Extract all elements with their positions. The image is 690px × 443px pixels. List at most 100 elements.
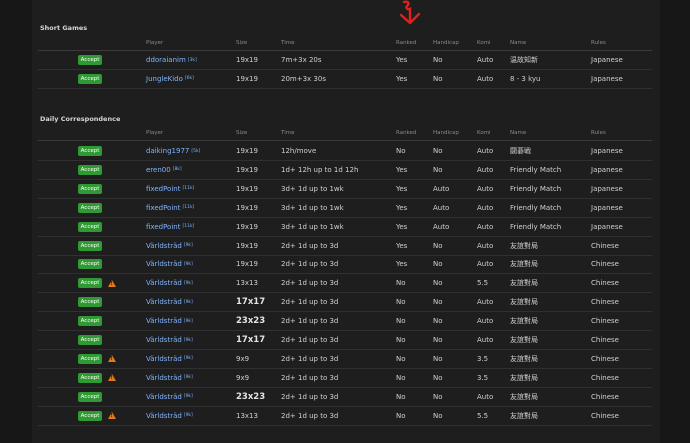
name-cell: 友誼對局 (510, 241, 538, 250)
komi-cell: 5.5 (477, 411, 489, 420)
handicap-cell: Auto (433, 222, 450, 231)
time-cell: 2d+ 1d up to 3d (281, 373, 339, 382)
table-row: Accept Världsträd [9k] 23x23 2d+ 1d up to 3d… (38, 312, 652, 332)
accept-button[interactable]: Accept (78, 335, 102, 345)
player-name-link[interactable]: fixedPoint (146, 185, 180, 193)
player-name-link[interactable]: Världsträd (146, 393, 182, 401)
player-rank: [9k] (183, 243, 193, 248)
accept-cell: Accept (78, 388, 102, 406)
name-cell: 友誼對局 (510, 373, 538, 382)
rules-cell: Chinese (591, 260, 619, 269)
name-cell: Friendly Match (510, 165, 562, 174)
accept-button[interactable]: Accept (78, 278, 102, 289)
accept-button[interactable]: Accept (78, 353, 102, 364)
accept-button[interactable]: Accept (78, 73, 102, 84)
ranked-cell: Yes (396, 74, 408, 83)
player-cell: Världsträd [9k] (146, 237, 193, 255)
player-name-link[interactable]: ddoraianim (146, 56, 186, 64)
ranked-cell: No (396, 279, 406, 288)
time-cell: 12h/move (281, 147, 317, 155)
rules-cell: Japanese (591, 184, 623, 193)
player-name-link[interactable]: Världsträd (146, 279, 182, 287)
table-row: Accept fixedPoint [11k] 19x19 3d+ 1d up to 1… (38, 199, 652, 218)
handicap-cell: No (433, 373, 443, 382)
player-name-link[interactable]: Världsträd (146, 317, 182, 325)
accept-button[interactable]: Accept (78, 297, 102, 308)
player-rank: [9k] (183, 261, 193, 267)
player-cell: Världsträd [9k] (146, 369, 193, 387)
player-name-link[interactable]: fixedPoint (146, 223, 180, 231)
table-row: Accept Världsträd [9k] 19x19 2d+ 1d up to 3d… (38, 255, 652, 275)
time-cell: 2d+ 1d up to 3d (281, 298, 339, 307)
komi-cell: Auto (477, 336, 494, 344)
rules-cell: Chinese (591, 354, 619, 363)
player-cell: fixedPoint [11k] (146, 218, 194, 236)
player-name-link[interactable]: Världsträd (146, 336, 182, 344)
player-rank: [11k] (182, 186, 195, 192)
rules-cell: Japanese (591, 74, 623, 83)
player-cell: fixedPoint [11k] (146, 180, 194, 198)
accept-button[interactable]: Accept (78, 259, 102, 270)
column-header-size: Size (236, 130, 248, 136)
accept-button[interactable]: Accept (78, 410, 102, 421)
accept-cell: Accept (78, 255, 102, 273)
player-name-link[interactable]: Världsträd (146, 260, 182, 268)
accept-button[interactable]: Accept (78, 146, 102, 156)
rules-cell: Chinese (591, 241, 619, 250)
player-name-link[interactable]: Världsträd (146, 242, 182, 250)
time-cell: 1d+ 12h up to 1d 12h (281, 165, 359, 174)
komi-cell: Auto (477, 184, 494, 193)
size-cell: 9x9 (236, 373, 250, 382)
accept-button[interactable]: Accept (78, 202, 102, 213)
size-cell: 13x13 (236, 279, 258, 288)
player-name-link[interactable]: Världsträd (146, 298, 182, 306)
player-name-link[interactable]: Världsträd (146, 412, 182, 420)
player-name-link[interactable]: Världsträd (146, 374, 182, 382)
name-cell: 友誼對局 (510, 392, 538, 401)
accept-button[interactable]: Accept (78, 316, 102, 327)
table-row: Accept Världsträd [9k] 23x23 2d+ 1d up to 3d… (38, 388, 652, 407)
table-row: Accept Världsträd[9k] 9x9 2d+ 1d up to 3d No… (38, 350, 652, 369)
table-row: Accept JungleKido [6k] 19x19 20m+3x 30s Yes No… (38, 70, 652, 89)
time-cell: 3d+ 1d up to 1wk (281, 184, 344, 193)
handicap-cell: Auto (433, 184, 450, 193)
accept-button[interactable]: Accept (78, 221, 102, 232)
handicap-cell: No (433, 147, 443, 155)
table-row: Accept Världsträd [9k] 19x19 2d+ 1d up to 3d… (38, 237, 652, 256)
time-cell: 3d+ 1d up to 1wk (281, 203, 344, 212)
column-header-rules: Rules (591, 40, 606, 46)
ranked-cell: Yes (396, 184, 408, 193)
handicap-cell: Auto (433, 203, 450, 212)
size-cell: 13x13 (236, 411, 258, 420)
accept-button[interactable]: Accept (78, 391, 102, 402)
accept-button[interactable]: Accept (78, 55, 102, 65)
accept-button[interactable]: Accept (78, 164, 102, 175)
player-name-link[interactable]: eren00 (146, 166, 171, 174)
komi-cell: Auto (477, 298, 494, 307)
accept-cell: Accept (78, 312, 102, 330)
player-cell: Världsträd [9k] (146, 274, 193, 292)
ranked-cell: Yes (396, 222, 408, 231)
size-cell: 23x23 (236, 391, 266, 402)
accept-button[interactable]: Accept (78, 183, 102, 194)
accept-button[interactable]: Accept (78, 372, 102, 383)
player-name-link[interactable]: fixedPoint (146, 204, 180, 212)
player-name-link[interactable]: JungleKido (146, 75, 183, 83)
komi-cell: Auto (477, 222, 494, 231)
ranked-cell: No (396, 411, 406, 420)
accept-button[interactable]: Accept (78, 240, 102, 251)
player-name-link[interactable]: daiking1977 (146, 147, 189, 155)
size-cell: 9x9 (236, 354, 250, 363)
time-cell: 2d+ 1d up to 3d (281, 279, 339, 288)
column-header-player: Player (146, 40, 164, 46)
player-rank: [9k] (183, 318, 193, 324)
ranked-cell: No (396, 336, 406, 344)
komi-cell: Auto (477, 392, 494, 401)
player-rank: [11k] (182, 224, 195, 230)
komi-cell: Auto (477, 317, 494, 326)
table-row: Accept fixedPoint [11k] 19x19 3d+ 1d up to 1… (38, 218, 652, 237)
time-cell: 7m+3x 20s (281, 56, 322, 64)
column-header-player: Player (146, 130, 164, 136)
player-name-link[interactable]: Världsträd (146, 355, 182, 363)
handicap-cell: No (433, 392, 443, 401)
